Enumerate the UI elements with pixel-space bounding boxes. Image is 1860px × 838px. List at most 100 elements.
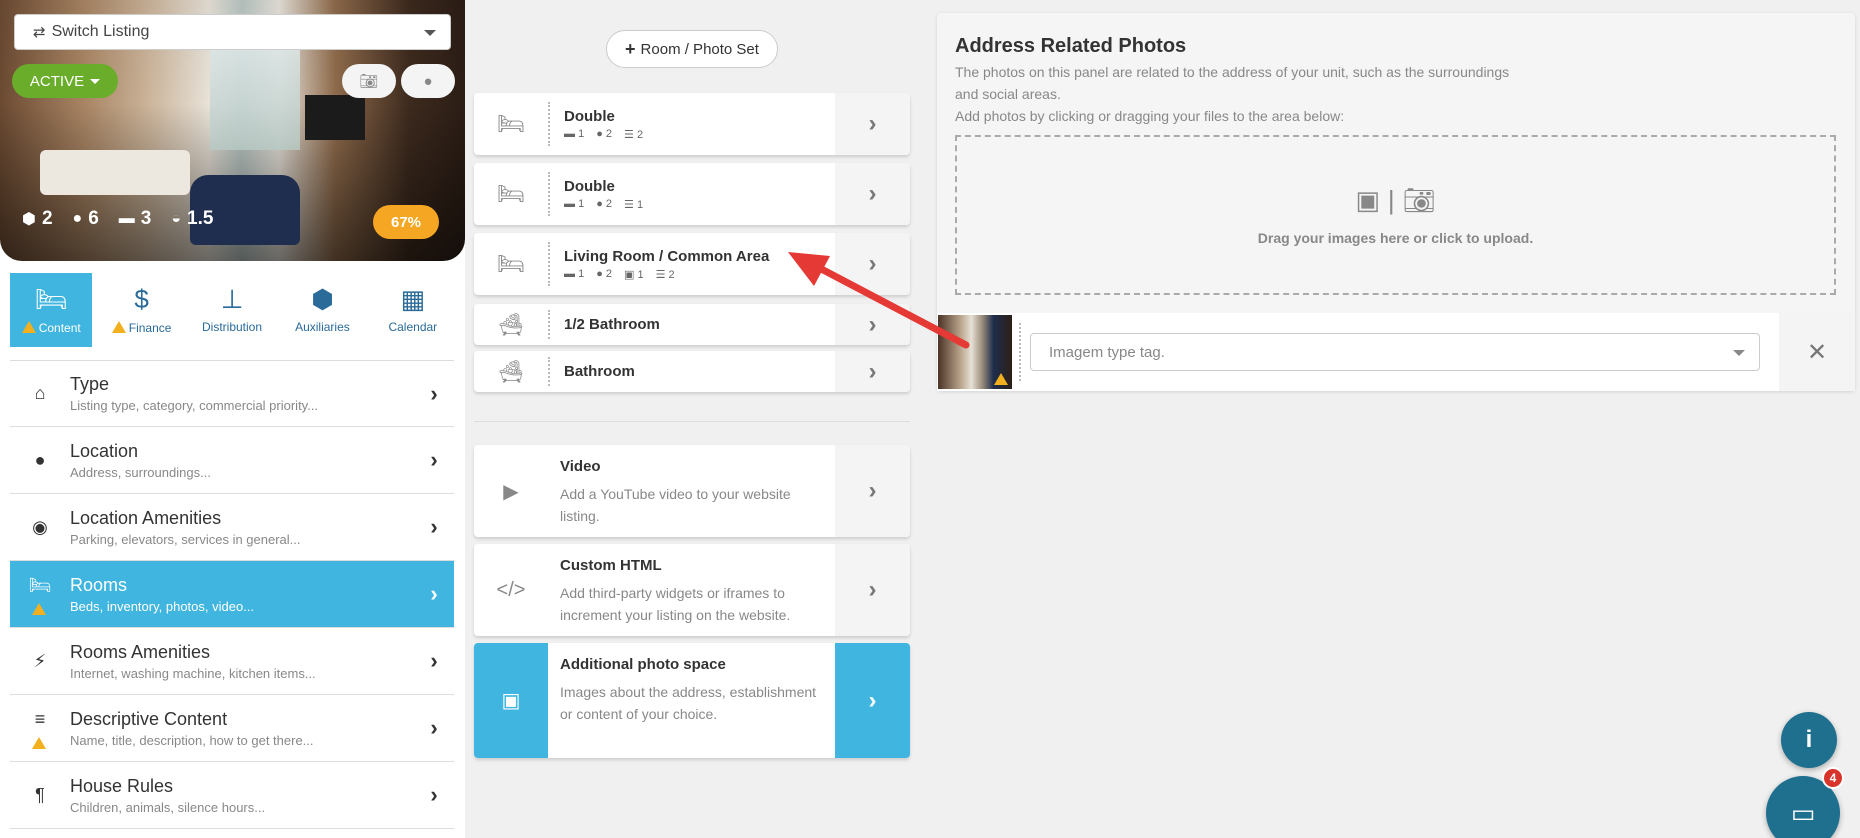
info-icon: i — [1805, 726, 1813, 753]
panel-instructions: Add photos by clicking or dragging your … — [955, 108, 1345, 124]
globe-icon: ● — [423, 72, 433, 90]
chevron-right-icon[interactable]: › — [835, 163, 910, 225]
menu-item-location-amenities[interactable]: ◉ Location Amenities Parking, elevators, … — [10, 494, 454, 561]
switch-listing-select[interactable]: ⇄ Switch Listing — [14, 14, 451, 50]
user-icon: ● — [72, 210, 83, 227]
menu-item-location[interactable]: ● Location Address, surroundings... › — [10, 427, 454, 494]
image-type-tag-select[interactable]: Imagem type tag. — [1030, 333, 1760, 371]
menu-item-type[interactable]: ⌂ Type Listing type, category, commercial… — [10, 360, 454, 427]
room-meta-items: ☰ 1 — [624, 198, 644, 211]
photo-window — [210, 40, 300, 150]
uploaded-photo-row: Imagem type tag. ✕ — [937, 313, 1855, 391]
warning-icon — [21, 320, 36, 333]
custom-html-card[interactable]: </> Custom HTML Add third-party widgets … — [474, 544, 910, 636]
tab-calendar[interactable]: ▦ Calendar — [372, 273, 454, 347]
align-left-icon: ≡ — [34, 708, 46, 729]
chevron-right-icon[interactable]: › — [835, 233, 910, 295]
photo-sofa — [40, 150, 190, 195]
exchange-icon: ⇄ — [33, 24, 46, 41]
completion-badge: 67% — [373, 205, 439, 239]
add-room-photo-set-button[interactable]: + Room / Photo Set — [606, 30, 778, 68]
chevron-right-icon[interactable]: › — [835, 643, 910, 758]
room-meta-guests: ● 2 — [596, 267, 613, 280]
switch-listing-label: Switch Listing — [51, 23, 150, 40]
chevron-right-icon: › — [430, 715, 438, 740]
room-item[interactable]: 🛏︎ Living Room / Common Area ▬ 1 ● 2 ▣ 1… — [474, 233, 910, 295]
separator: | — [1387, 184, 1395, 215]
bath-icon: 🛁︎ — [497, 311, 525, 337]
drag-handle[interactable] — [1019, 323, 1023, 381]
chevron-right-icon[interactable]: › — [835, 351, 910, 392]
bath-icon: ◒ — [171, 210, 182, 227]
bed-icon: 🛏︎ — [497, 111, 525, 136]
sitemap-icon: ⊥ — [220, 284, 244, 314]
chevron-right-icon[interactable]: › — [835, 544, 910, 636]
divider — [474, 421, 910, 422]
home-icon: ⌂ — [34, 383, 46, 403]
menu-item-house-rules[interactable]: ¶ House Rules Children, animals, silence … — [10, 762, 454, 829]
drag-handle[interactable] — [548, 242, 554, 286]
room-item[interactable]: 🛁︎ 1/2 Bathroom › — [474, 304, 910, 345]
drag-handle[interactable] — [548, 102, 554, 146]
room-meta-items: ☰ 2 — [655, 268, 675, 281]
drag-handle[interactable] — [548, 357, 554, 386]
image-dropzone[interactable]: ▣ | 📷︎ Drag your images here or click to… — [955, 135, 1836, 295]
tab-auxiliaries[interactable]: ⬢ Auxiliaries — [281, 273, 363, 347]
tab-content[interactable]: 🛏︎ Content — [10, 273, 93, 347]
info-button[interactable]: i — [1781, 712, 1837, 768]
chevron-right-icon[interactable]: › — [835, 304, 910, 345]
warning-icon — [111, 320, 126, 333]
chevron-right-icon[interactable]: › — [835, 445, 910, 537]
map-pin-icon: ● — [34, 449, 46, 470]
chat-notification-badge: 4 — [1822, 767, 1844, 789]
remove-photo-button[interactable]: ✕ — [1779, 313, 1855, 391]
room-meta-beds: ▬ 1 — [564, 267, 585, 280]
chevron-right-icon: › — [430, 447, 438, 472]
room-item[interactable]: 🛏︎ Double ▬ 1 ● 2 ☰ 1 › — [474, 163, 910, 225]
bed-icon: ▬ — [118, 210, 135, 227]
chevron-right-icon[interactable]: › — [835, 93, 910, 155]
address-photos-panel: Address Related Photos The photos on thi… — [937, 13, 1855, 391]
stat-beds: ▬ 3 — [118, 208, 152, 229]
chevron-right-icon: › — [430, 782, 438, 807]
plug-icon: ⚡︎ — [33, 650, 47, 671]
cubes-icon: ⬢ — [311, 284, 334, 314]
drag-handle[interactable] — [548, 310, 554, 339]
status-dropdown[interactable]: ACTIVE — [12, 64, 118, 98]
sidebar: ⇄ Switch Listing ACTIVE 📷︎ ● ⬢ 2 ● 6 ▬ 3 ◒ 1… — [0, 0, 465, 838]
bed-icon: 🛏︎ — [28, 574, 52, 595]
tab-finance[interactable]: $ Finance — [100, 273, 182, 347]
additional-photo-space-card[interactable]: ▣ Additional photo space Images about th… — [474, 643, 910, 758]
chevron-right-icon: › — [430, 581, 438, 606]
room-item[interactable]: 🛁︎ Bathroom › — [474, 351, 910, 392]
stat-guests: ● 6 — [72, 208, 99, 229]
photo-tv — [305, 95, 365, 140]
video-card[interactable]: ▶ Video Add a YouTube video to your webs… — [474, 445, 910, 537]
menu-item-descriptive-content[interactable]: ≡ Descriptive Content Name, title, descri… — [10, 695, 454, 762]
dollar-icon: $ — [134, 283, 149, 314]
chat-icon: ▭ — [1790, 797, 1816, 828]
chevron-right-icon: › — [430, 380, 438, 406]
section-tabs: 🛏︎ Content $ Finance ⊥ Distribution ⬢ Au… — [10, 273, 454, 347]
chevron-right-icon: › — [430, 648, 438, 673]
bed-icon: 🛏︎ — [34, 283, 68, 314]
menu-item-rooms-amenities[interactable]: ⚡︎ Rooms Amenities Internet, washing mach… — [10, 628, 454, 695]
camera-icon: 📷︎ — [359, 73, 379, 90]
chevron-right-icon: › — [430, 514, 438, 539]
image-icon: ▣ — [474, 643, 548, 758]
target-icon: ◉ — [32, 516, 48, 537]
content-menu: ⌂ Type Listing type, category, commercial… — [10, 360, 454, 829]
camera-button[interactable]: 📷︎ — [342, 64, 396, 98]
tab-distribution[interactable]: ⊥ Distribution — [191, 273, 273, 347]
globe-button[interactable]: ● — [401, 64, 455, 98]
drag-handle[interactable] — [548, 172, 554, 216]
menu-item-rooms[interactable]: 🛏︎ Rooms Beds, inventory, photos, video..… — [10, 561, 454, 628]
photo-thumbnail[interactable] — [938, 315, 1012, 389]
image-icon: ▣ — [1355, 184, 1380, 215]
calendar-icon: ▦ — [400, 284, 426, 314]
status-label: ACTIVE — [29, 72, 85, 90]
warning-icon — [994, 373, 1008, 385]
youtube-icon: ▶ — [503, 480, 519, 503]
bath-icon: 🛁︎ — [497, 358, 525, 384]
room-item[interactable]: 🛏︎ Double ▬ 1 ● 2 ☰ 2 › — [474, 93, 910, 155]
